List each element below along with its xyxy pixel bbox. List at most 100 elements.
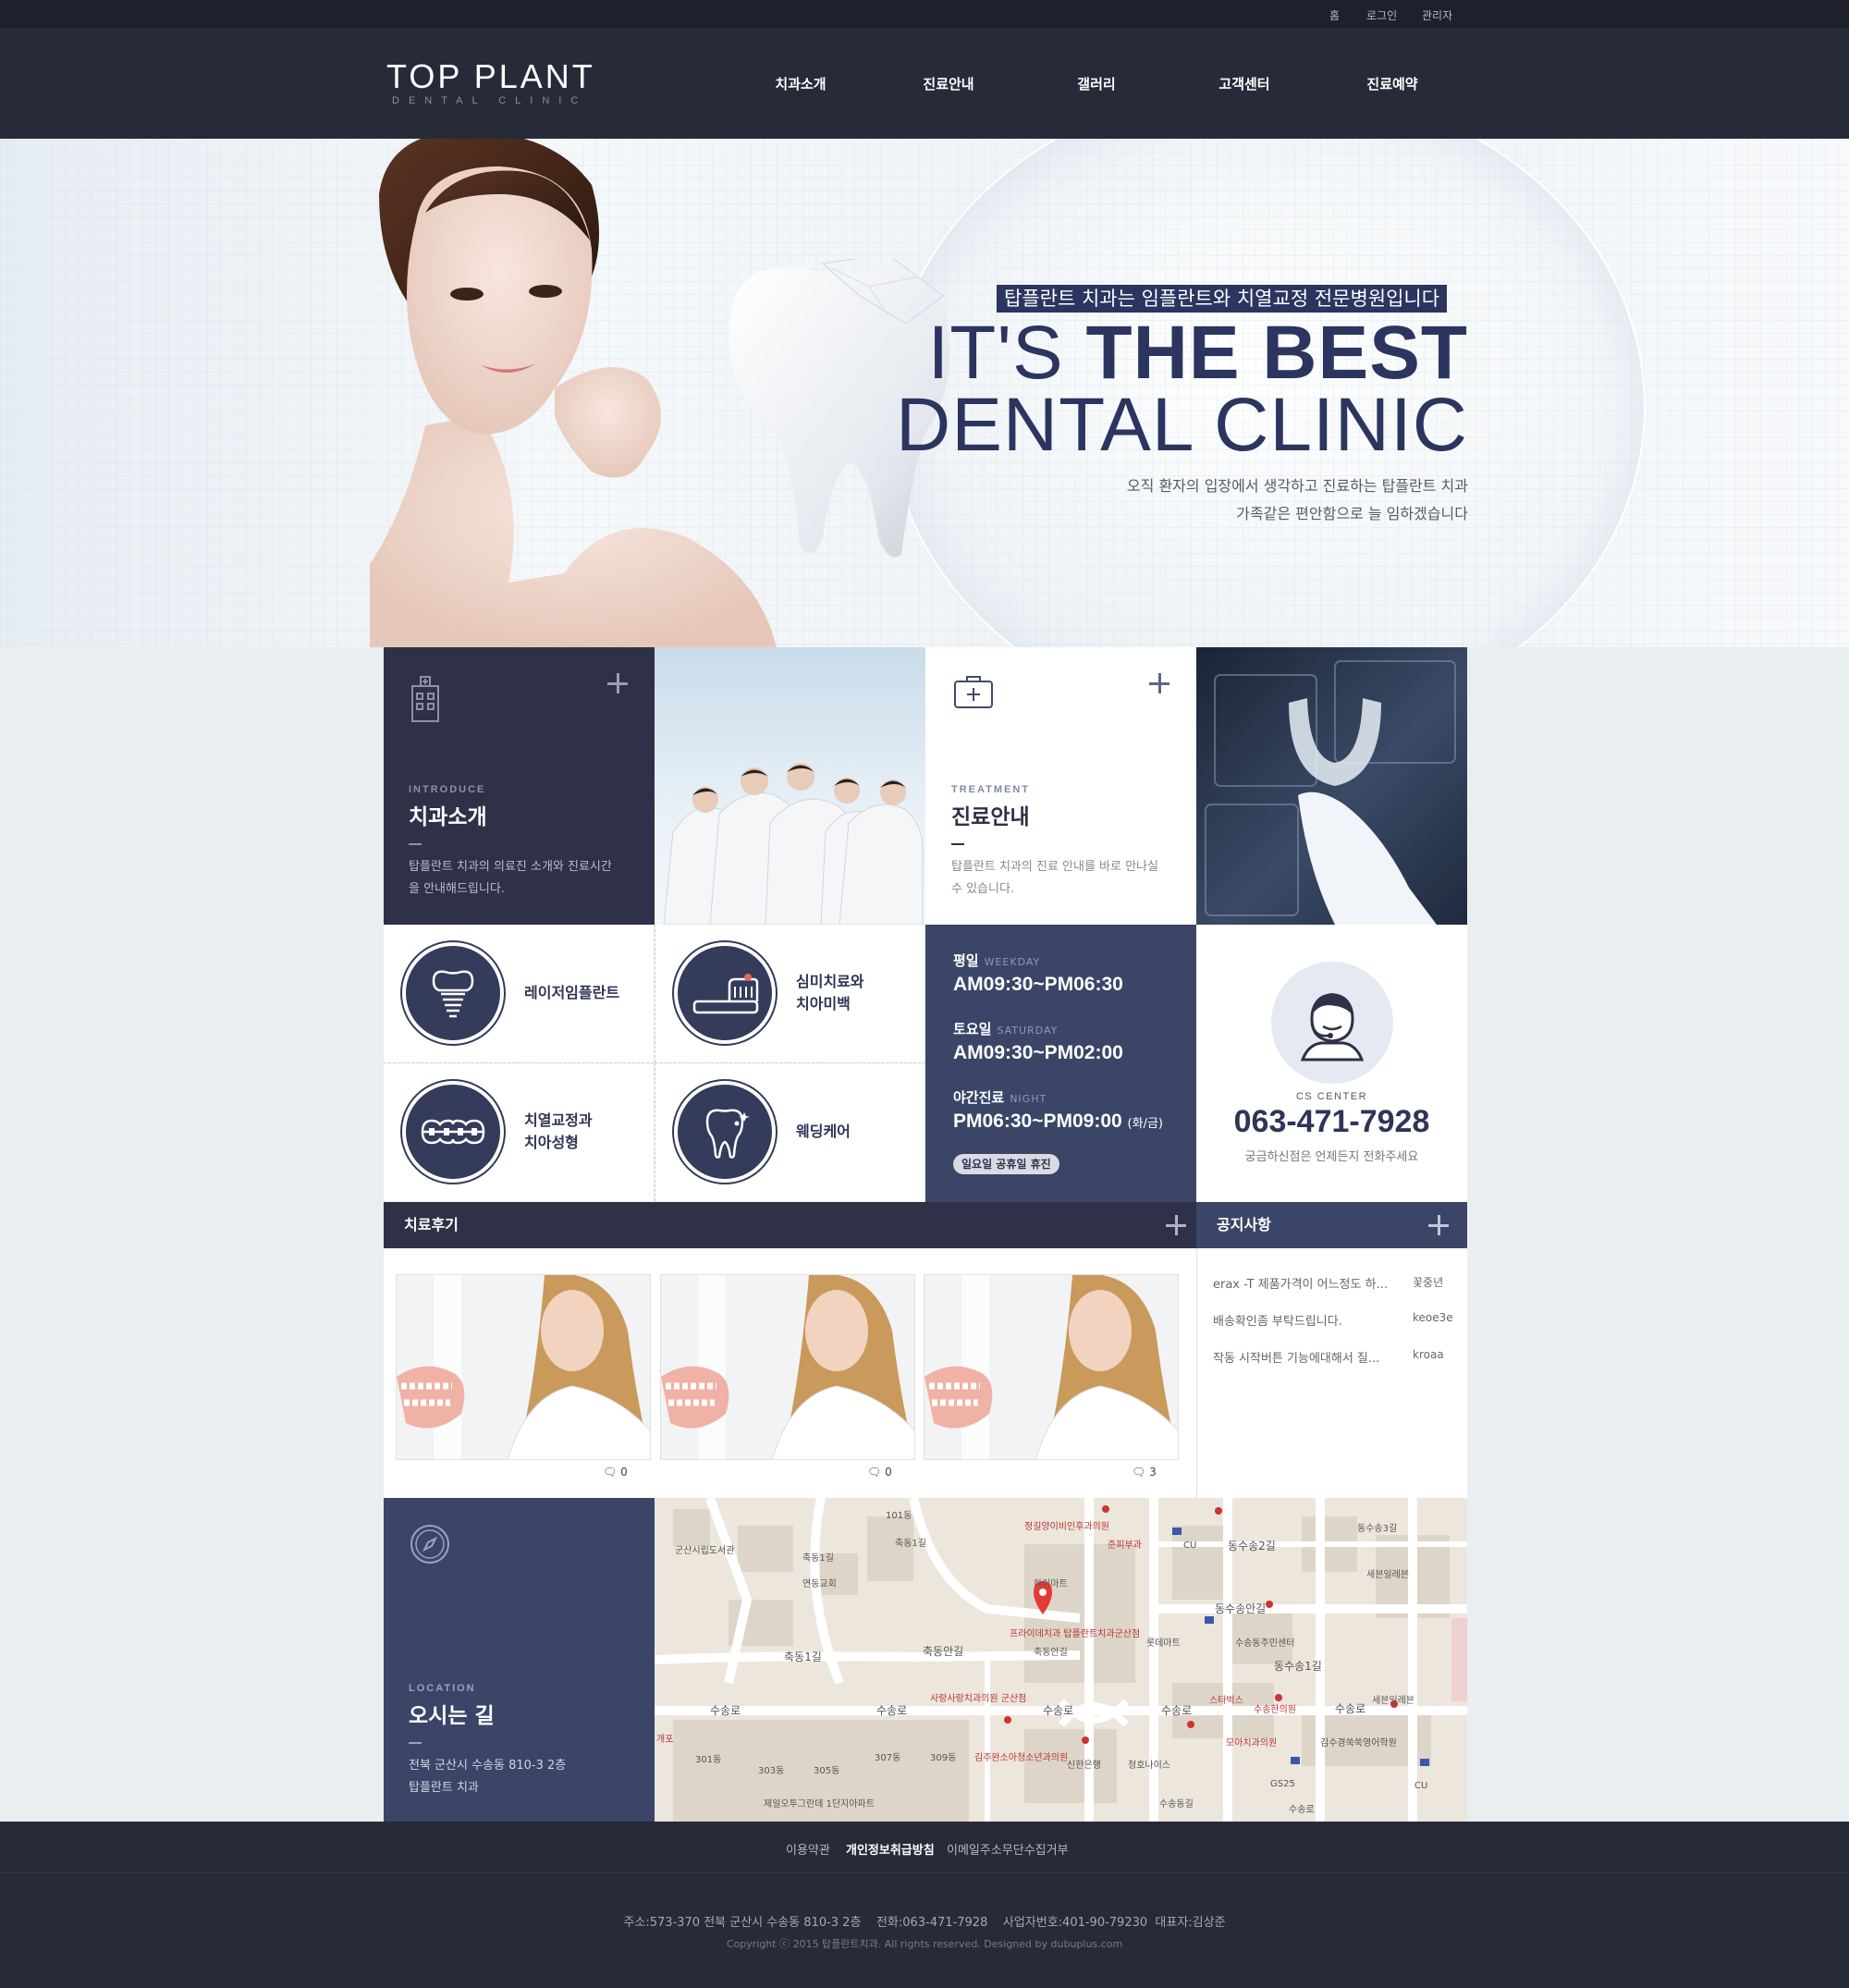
saturday-label-en: SATURDAY — [997, 1025, 1059, 1037]
review-comment-count: 🗨 0 — [867, 1466, 892, 1479]
main-header: TOP PLANT DENTAL CLINIC 치과소개 진료안내 갤러리 고객… — [0, 30, 1849, 139]
hero-tagline: 탑플란트 치과는 임플란트와 치열교정 전문병원입니다 — [997, 285, 1448, 313]
treatment-card[interactable]: TREATMENT 진료안내 탑플란트 치과의 진료 안내를 바로 만나실 수 있… — [925, 647, 1196, 925]
introduce-card[interactable]: INTRODUCE 치과소개 탑플란트 치과의 의료진 소개와 진료시간 을 안내… — [384, 647, 655, 925]
nav-reservation[interactable]: 진료예약 — [1328, 74, 1457, 93]
review-photo — [924, 1275, 1178, 1459]
footer-links-bar: 이용약관 개인정보취급방침 이메일주소무단수집거부 — [0, 1822, 1849, 1873]
hospital-building-icon — [411, 676, 439, 722]
braces-icon — [421, 1119, 485, 1145]
map-label: 스타벅스 — [1209, 1695, 1243, 1706]
weekday-hours: AM09:30~PM06:30 — [953, 974, 1123, 995]
service-orthodontics[interactable]: 치열교정과 치아성형 — [384, 1063, 654, 1201]
hero-headline-2: DENTAL CLINIC — [896, 383, 1468, 467]
notice-item-title[interactable]: 배송확인좀 부탁드립니다. — [1213, 1311, 1394, 1329]
footer-terms-link[interactable]: 이용약관 — [786, 1840, 830, 1858]
nav-gallery[interactable]: 갤러리 — [1032, 74, 1161, 93]
map-label: 301동 — [695, 1754, 721, 1765]
logo[interactable]: TOP PLANT — [386, 57, 595, 96]
notice-item-author: 꽃중년 — [1413, 1276, 1444, 1289]
service-wedding-care[interactable]: 웨딩케어 — [655, 1063, 924, 1201]
treatment-more-icon[interactable] — [1149, 673, 1169, 693]
service-circle — [402, 942, 504, 1044]
footer-privacy-link[interactable]: 개인정보취급방침 — [846, 1840, 935, 1858]
introduce-divider — [409, 843, 422, 845]
map-label: 303동 — [758, 1765, 784, 1776]
service-laser-implant[interactable]: 레이저임플란트 — [384, 925, 654, 1062]
location-map[interactable]: 101동 군산시립도서관 축동1길 축동1길 정길양이비인후과의원 준피부과 C… — [655, 1498, 1467, 1822]
map-label: 준피부과 — [1108, 1540, 1142, 1551]
map-label: 수송로 — [1289, 1804, 1315, 1815]
treatment-desc-line2: 수 있습니다. — [951, 882, 1015, 896]
location-address-line2: 탑플란트 치과 — [409, 1781, 479, 1795]
map-label: 김주완소아청소년과의원 — [974, 1752, 1068, 1763]
logo-subtitle: DENTAL CLINIC — [392, 95, 588, 106]
review-photo — [661, 1275, 914, 1459]
cs-phone[interactable]: 063-471-7928 — [1196, 1104, 1467, 1140]
login-link[interactable]: 로그인 — [1366, 7, 1397, 23]
map-label: GS25 — [1270, 1779, 1295, 1789]
hero-banner: 탑플란트 치과는 임플란트와 치열교정 전문병원입니다 IT'S THE BES… — [0, 139, 1849, 647]
footer-info: 주소:573-370 전북 군산시 수송동 810-3 2층 전화:063-47… — [623, 1916, 1226, 1930]
introduce-desc-line2: 을 안내해드립니다. — [409, 882, 505, 896]
admin-link[interactable]: 관리자 — [1422, 7, 1452, 23]
map-label: 세븐일레븐 — [1372, 1695, 1414, 1706]
map-label: 하이마트 — [1034, 1577, 1068, 1589]
map-label: 동수송2길 — [1228, 1540, 1276, 1552]
review-thumbnail[interactable] — [396, 1274, 651, 1460]
hero-headline-1: IT'S THE BEST — [924, 314, 1468, 392]
map-label: 동수송1길 — [1274, 1660, 1322, 1673]
treatment-desc-line1: 탑플란트 치과의 진료 안내를 바로 만나실 — [951, 860, 1158, 874]
introduce-category: INTRODUCE — [409, 784, 486, 795]
location-panel: LOCATION 오시는 길 전북 군산시 수송동 810-3 2층 탑플란트 치… — [384, 1498, 655, 1822]
map-label: 309동 — [930, 1752, 956, 1763]
map-label: 신한은행 — [1067, 1760, 1101, 1771]
review-thumbnail[interactable] — [924, 1274, 1179, 1460]
reviews-more-icon[interactable] — [1166, 1215, 1186, 1235]
map-label: 세븐일레븐 — [1366, 1569, 1409, 1580]
map-label: 개포 — [656, 1734, 673, 1745]
comment-count-value: 0 — [620, 1466, 628, 1479]
location-divider — [409, 1742, 422, 1744]
map-label: 김수경쑥쑥영어학원 — [1320, 1736, 1397, 1749]
comment-count-value: 3 — [1149, 1466, 1157, 1479]
introduce-desc-line1: 탑플란트 치과의 의료진 소개와 진료시간 — [409, 860, 612, 874]
introduce-more-icon[interactable] — [607, 673, 628, 693]
nav-introduce[interactable]: 치과소개 — [736, 74, 865, 93]
nav-customer-center[interactable]: 고객센터 — [1180, 74, 1309, 93]
doctors-team-image — [663, 763, 924, 925]
introduce-text: INTRODUCE 치과소개 탑플란트 치과의 의료진 소개와 진료시간 을 안내… — [409, 784, 640, 901]
nav-treatment[interactable]: 진료안내 — [884, 74, 1013, 93]
notice-item-title[interactable]: erax -T 제품가격이 어느정도 하... — [1213, 1274, 1394, 1292]
comment-icon: 🗨 — [1132, 1466, 1146, 1479]
service-label-line1: 심미치료와 — [796, 973, 864, 990]
hero-subtext-1: 오직 환자의 입장에서 생각하고 진료하는 탑플란트 치과 — [1126, 477, 1468, 495]
map-label: CU — [1414, 1781, 1427, 1791]
map-label: 수송로 — [1043, 1704, 1073, 1717]
tooth-sparkle-icon — [705, 1109, 750, 1159]
street-map: 101동 군산시립도서관 축동1길 축동1길 정길양이비인후과의원 준피부과 C… — [655, 1498, 1467, 1822]
notices-more-icon[interactable] — [1428, 1215, 1449, 1235]
notices-header: 공지사항 — [1196, 1202, 1467, 1248]
map-label: 수송동길 — [1159, 1798, 1194, 1810]
service-label: 레이저임플란트 — [524, 984, 620, 1001]
map-label: 305동 — [814, 1765, 839, 1776]
home-link[interactable]: 홈 — [1329, 7, 1340, 23]
footer-email-policy-link[interactable]: 이메일주소무단수집거부 — [947, 1840, 1069, 1858]
service-cosmetic-whitening[interactable]: 심미치료와 치아미백 — [655, 925, 924, 1062]
cs-desc: 궁금하신점은 언제든지 전화주세요 — [1244, 1150, 1419, 1164]
cs-label: CS CENTER — [1295, 1091, 1368, 1102]
service-label: 웨딩케어 — [796, 1123, 851, 1140]
toothbrush-icon — [692, 974, 759, 1014]
footer-copyright: Copyright ⓒ 2015 탑플란트치과. All rights rese… — [726, 1938, 1123, 1950]
xray-photo — [1196, 647, 1467, 925]
weekday-label-en: WEEKDAY — [984, 956, 1041, 968]
review-thumbnail[interactable] — [660, 1274, 915, 1460]
map-label: 모아치과의원 — [1226, 1737, 1277, 1749]
cs-avatar — [1271, 962, 1393, 1084]
map-label: 연동교회 — [802, 1578, 837, 1589]
hours-saturday: 토요일 SATURDAY AM09:30~PM02:00 — [953, 1019, 1123, 1064]
cs-center-panel: CS CENTER 063-471-7928 궁금하신점은 언제든지 전화주세요 — [1196, 925, 1467, 1202]
notice-item-title[interactable]: 작동 시작버튼 기능에대해서 질... — [1213, 1348, 1394, 1366]
saturday-label: 토요일 — [953, 1021, 992, 1037]
